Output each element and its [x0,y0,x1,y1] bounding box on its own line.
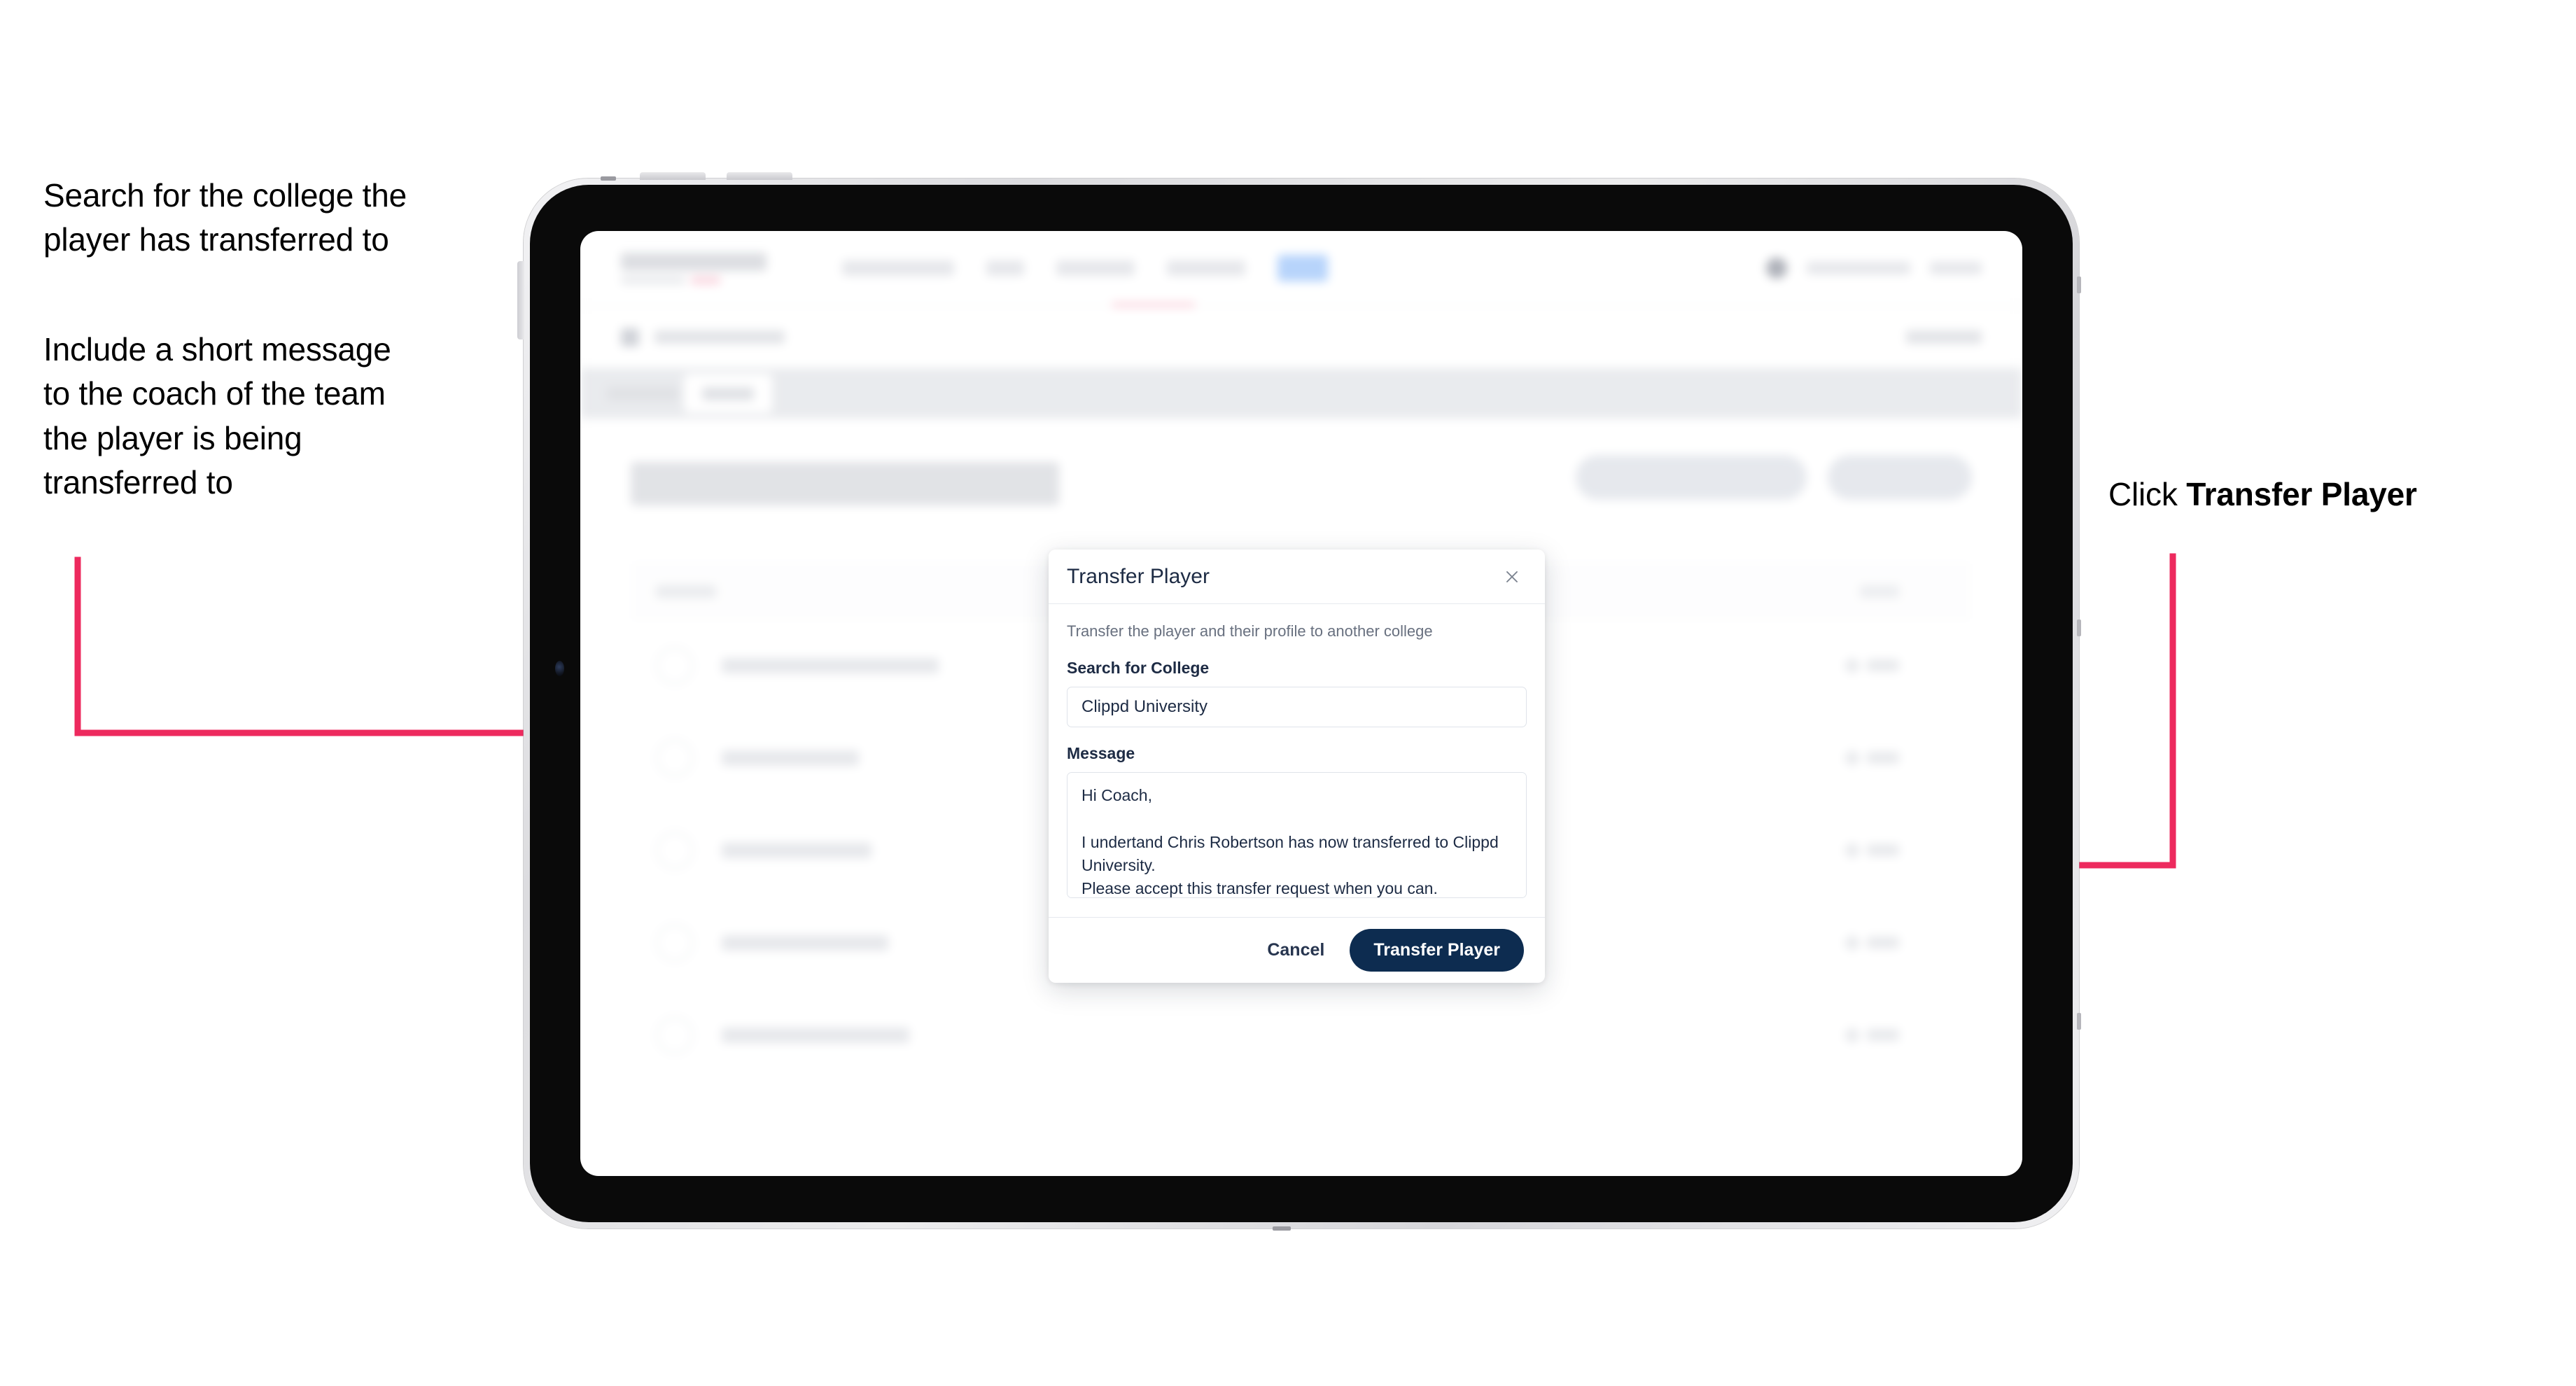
antenna-band-right-2 [2077,620,2081,636]
search-college-input[interactable] [1067,687,1527,727]
annotation-click-target: Transfer Player [2186,476,2417,512]
close-icon[interactable] [1499,564,1525,590]
transfer-player-dialog: Transfer Player Transfer the player and … [1049,550,1545,983]
tablet-device: Transfer Player Transfer the player and … [517,172,2081,1231]
annotation-click-transfer-player: Click Transfer Player [2108,472,2556,517]
tablet-screen: Transfer Player Transfer the player and … [580,231,2022,1176]
dialog-description: Transfer the player and their profile to… [1067,622,1433,640]
power-button[interactable] [517,261,524,340]
annotation-include-message: Include a short message to the coach of … [43,331,391,501]
cancel-button[interactable]: Cancel [1263,934,1329,966]
dialog-body: Transfer the player and their profile to… [1049,604,1545,917]
front-camera-icon [555,661,564,676]
antenna-band-top [601,176,616,181]
dialog-header: Transfer Player [1049,550,1545,604]
message-label: Message [1067,744,1135,762]
tablet-chassis: Transfer Player Transfer the player and … [517,172,2081,1231]
volume-down-button[interactable] [727,172,792,180]
message-textarea[interactable] [1067,772,1527,898]
annotation-click-prefix: Click [2108,476,2187,512]
volume-up-button[interactable] [640,172,706,180]
annotation-search-college: Search for the college the player has tr… [43,177,407,258]
screenshot-canvas: Search for the college the player has tr… [0,0,2576,1386]
antenna-band-right-3 [2077,1013,2081,1030]
dialog-title: Transfer Player [1067,564,1210,588]
dialog-footer: Cancel Transfer Player [1049,917,1545,983]
transfer-player-button[interactable]: Transfer Player [1350,929,1524,972]
search-college-label: Search for College [1067,659,1210,677]
antenna-band-right-1 [2077,276,2081,293]
antenna-band-bottom [1273,1226,1291,1231]
modal-layer: Transfer Player Transfer the player and … [580,231,2022,1176]
tablet-bezel: Transfer Player Transfer the player and … [530,185,2073,1222]
